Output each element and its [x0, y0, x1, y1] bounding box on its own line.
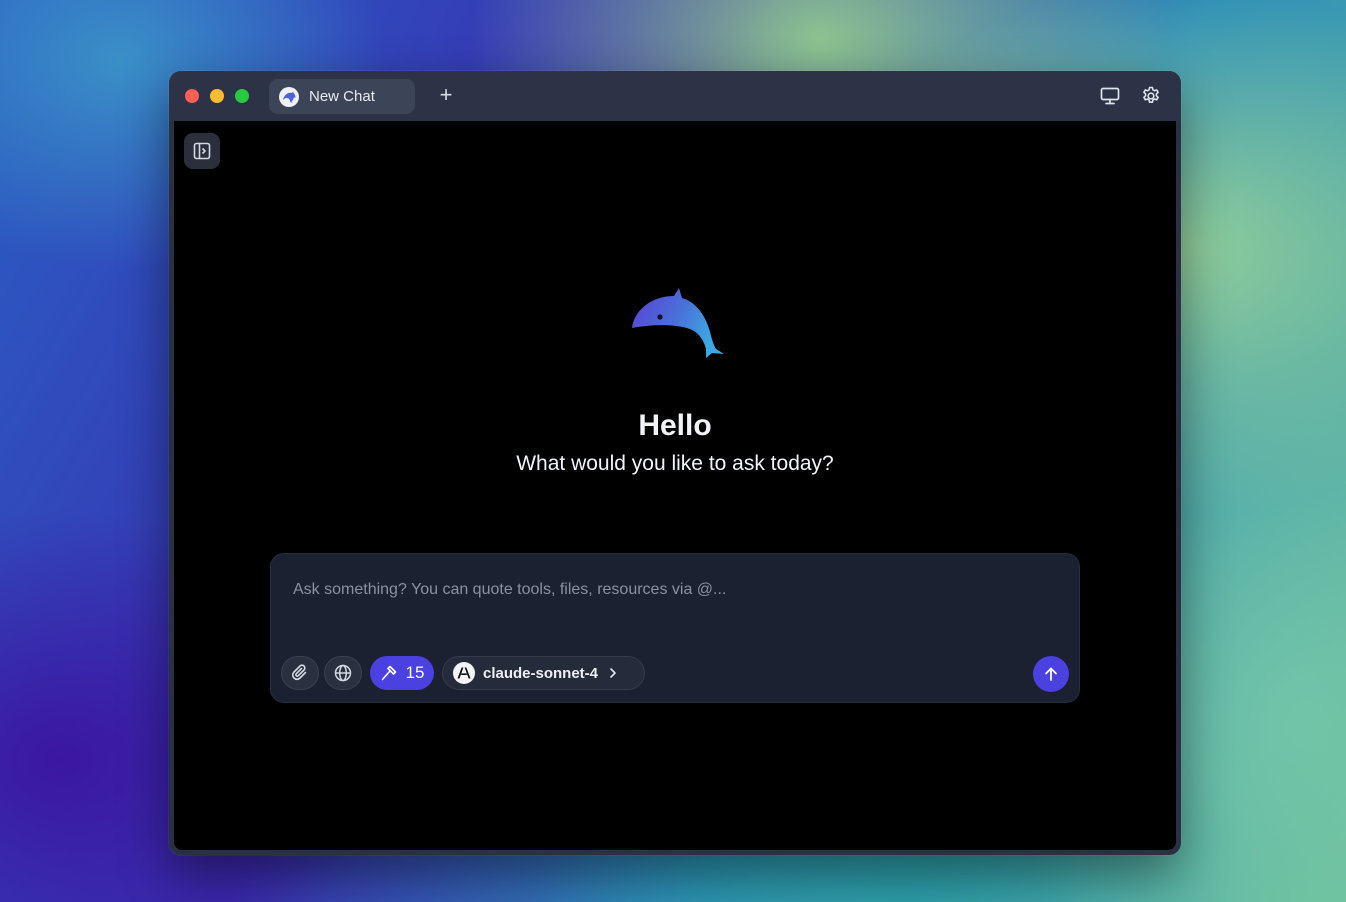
- chat-input[interactable]: [291, 576, 1055, 604]
- model-selector-button[interactable]: claude-sonnet-4: [442, 656, 645, 690]
- hammer-icon: [381, 665, 396, 681]
- greeting-subtitle: What would you like to ask today?: [516, 452, 834, 475]
- arrow-up-icon: [1045, 667, 1057, 681]
- sidebar-toggle-icon: [193, 142, 211, 160]
- tools-count: 15: [405, 663, 425, 682]
- minimize-window-button[interactable]: [210, 89, 224, 103]
- globe-icon: [334, 664, 352, 682]
- tab-new-chat[interactable]: New Chat: [269, 79, 415, 114]
- greeting-heading: Hello: [638, 409, 712, 442]
- chat-content-area: Hello What would you like to ask today?: [174, 121, 1176, 850]
- paperclip-icon: [291, 664, 307, 681]
- chat-composer: 15 claude-sonnet-4: [270, 553, 1080, 703]
- tab-label: New Chat: [309, 88, 375, 105]
- tools-button[interactable]: 15: [370, 656, 434, 690]
- dolphin-icon: [279, 86, 299, 107]
- new-tab-button[interactable]: +: [435, 84, 457, 106]
- zoom-window-button[interactable]: [235, 89, 249, 103]
- sidebar-toggle-button[interactable]: [184, 133, 220, 169]
- anthropic-icon: [453, 662, 475, 684]
- monitor-icon[interactable]: [1098, 84, 1122, 108]
- gear-icon[interactable]: [1139, 84, 1163, 108]
- web-search-button[interactable]: [324, 656, 362, 690]
- chevron-right-icon: [610, 668, 616, 678]
- attach-file-button[interactable]: [281, 656, 319, 690]
- app-window: New Chat + Hello What would you like to …: [169, 71, 1181, 855]
- send-button[interactable]: [1033, 656, 1069, 692]
- model-name: claude-sonnet-4: [483, 664, 599, 682]
- title-bar: New Chat +: [169, 71, 1181, 121]
- close-window-button[interactable]: [185, 89, 199, 103]
- dolphin-logo-icon: [632, 288, 724, 358]
